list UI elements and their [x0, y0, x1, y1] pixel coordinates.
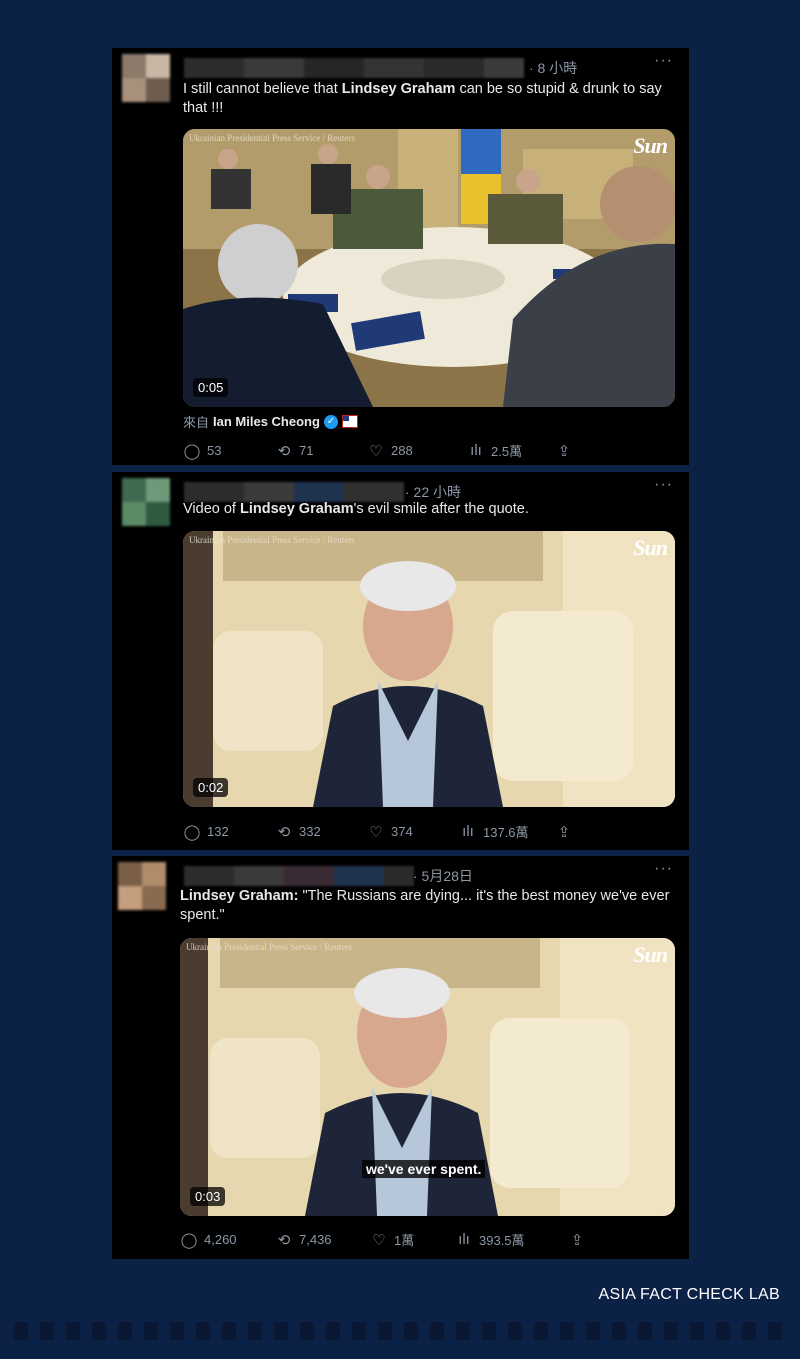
source-account-name[interactable]: Ian Miles Cheong	[213, 414, 320, 429]
share-icon: ⇪	[557, 442, 571, 460]
video-player[interactable]: Ukrainian Presidential Press Service / R…	[183, 129, 675, 407]
reply-icon: ◯	[180, 1231, 198, 1249]
reply-icon: ◯	[183, 442, 201, 460]
video-thumbnail-meeting	[183, 129, 675, 407]
views-icon: ılı	[470, 442, 482, 459]
video-duration: 0:03	[190, 1187, 226, 1206]
from-label: 來自	[183, 415, 210, 430]
retweet-button[interactable]: ⟲ 7,436	[275, 1230, 370, 1249]
blurred-user-handle	[184, 866, 414, 886]
verified-icon: ✓	[323, 414, 338, 429]
video-duration: 0:05	[193, 378, 229, 397]
the-sun-logo: Sun	[633, 133, 668, 158]
video-duration: 0:02	[193, 778, 229, 797]
avatar[interactable]	[118, 862, 166, 910]
video-player[interactable]: Ukrainian Presidential Press Service / R…	[183, 531, 675, 807]
like-icon: ♡	[372, 1231, 386, 1249]
like-button[interactable]: ♡ 374	[367, 822, 459, 841]
reply-button[interactable]: ◯ 4,260	[180, 1230, 275, 1249]
tweet-text: Lindsey Graham: "The Russians are dying.…	[180, 888, 670, 923]
us-flag-icon	[341, 415, 358, 428]
views-icon: ılı	[458, 1231, 470, 1248]
the-sun-logo: Sun	[633, 942, 668, 967]
views-icon: ılı	[462, 823, 474, 840]
retweet-button[interactable]: ⟲ 71	[275, 441, 367, 460]
tweet-actions: ◯ 4,260 ⟲ 7,436 ♡ 1萬 ılı 393.5萬 ⇪	[180, 1230, 673, 1249]
tweet-text: Video of Lindsey Graham's evil smile aft…	[183, 501, 529, 517]
reply-icon: ◯	[183, 823, 201, 841]
media-credit: Ukrainian Presidential Press Service / R…	[189, 133, 355, 143]
like-icon: ♡	[369, 823, 383, 841]
like-icon: ♡	[369, 442, 383, 460]
like-button[interactable]: ♡ 288	[367, 441, 467, 460]
share-icon: ⇪	[557, 823, 571, 841]
tweet-card-2[interactable]: · 22 小時 ··· Video of Lindsey Graham's ev…	[112, 472, 689, 850]
blurred-user-handle	[184, 482, 404, 502]
views-button[interactable]: ılı 393.5萬	[455, 1230, 568, 1249]
tweet-timestamp[interactable]: · 5月28日	[413, 866, 473, 886]
retweet-icon: ⟲	[277, 1231, 291, 1249]
tweet-timestamp[interactable]: · 8 小時	[529, 58, 577, 78]
video-thumbnail-graham-smile	[183, 531, 675, 807]
share-button[interactable]: ⇪	[555, 822, 573, 841]
retweet-button[interactable]: ⟲ 332	[275, 822, 367, 841]
retweet-icon: ⟲	[277, 823, 291, 841]
reply-button[interactable]: ◯ 132	[183, 822, 275, 841]
blurred-user-handle	[184, 58, 524, 78]
share-button[interactable]: ⇪	[568, 1230, 586, 1249]
more-icon[interactable]: ···	[654, 476, 673, 494]
more-icon[interactable]: ···	[654, 52, 673, 70]
share-button[interactable]: ⇪	[555, 441, 573, 460]
video-subtitle: we've ever spent.	[362, 1160, 486, 1178]
video-player[interactable]: Ukrainian Presidential Press Service / R…	[180, 938, 675, 1216]
media-credit: Ukrainian Presidential Press Service / R…	[186, 942, 352, 952]
avatar[interactable]	[122, 54, 170, 102]
reply-button[interactable]: ◯ 53	[183, 441, 275, 460]
tweet-text: I still cannot believe that Lindsey Grah…	[183, 81, 662, 116]
retweet-icon: ⟲	[277, 442, 291, 460]
more-icon[interactable]: ···	[654, 860, 673, 878]
tweet-actions: ◯ 132 ⟲ 332 ♡ 374 ılı 137.6萬 ⇪	[183, 822, 673, 841]
tweet-actions: ◯ 53 ⟲ 71 ♡ 288 ılı 2.5萬 ⇪	[183, 441, 673, 460]
media-credit: Ukrainian Presidential Press Service / R…	[189, 535, 355, 545]
video-source-attribution[interactable]: 來自 Ian Miles Cheong ✓	[183, 412, 358, 431]
filmstrip-border	[14, 1322, 782, 1340]
share-icon: ⇪	[570, 1231, 584, 1249]
the-sun-logo: Sun	[633, 535, 668, 560]
views-button[interactable]: ılı 137.6萬	[459, 822, 555, 841]
views-button[interactable]: ılı 2.5萬	[467, 441, 555, 460]
tweet-timestamp[interactable]: · 22 小時	[405, 482, 461, 502]
footer-brand: ASIA FACT CHECK LAB	[598, 1286, 780, 1303]
tweet-card-1[interactable]: · 8 小時 ··· I still cannot believe that L…	[112, 48, 689, 465]
tweet-card-3[interactable]: · 5月28日 ··· Lindsey Graham: "The Russian…	[112, 856, 689, 1259]
like-button[interactable]: ♡ 1萬	[370, 1230, 455, 1249]
avatar[interactable]	[122, 478, 170, 526]
